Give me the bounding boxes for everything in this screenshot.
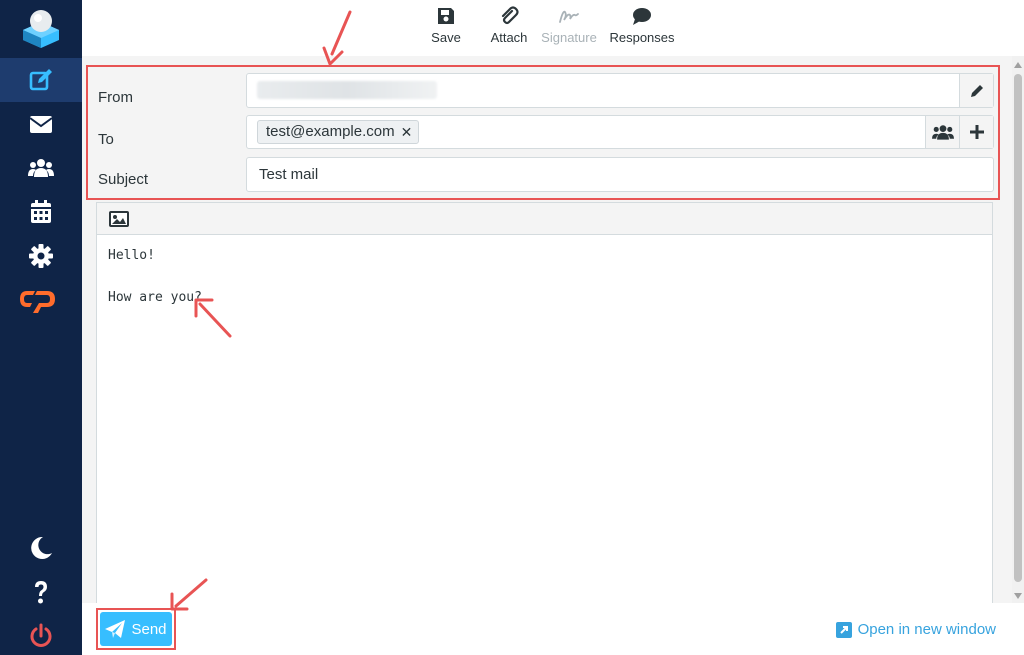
settings-button[interactable] (0, 234, 82, 278)
message-body[interactable]: Hello! How are you? (97, 235, 992, 318)
responses-button[interactable]: Responses (608, 6, 676, 52)
from-label: From (98, 89, 133, 106)
logout-icon (30, 623, 52, 647)
message-headers: From To test@example.com ✕ Subject Test … (86, 65, 1000, 200)
signature-icon (559, 10, 579, 23)
cpanel-button[interactable] (0, 278, 82, 322)
plus-icon (969, 125, 984, 139)
contacts-icon (931, 125, 954, 140)
logout-button[interactable] (0, 614, 82, 655)
editor-toolbar (97, 203, 992, 235)
from-address-redacted (257, 81, 437, 99)
responses-label: Responses (609, 30, 675, 45)
paper-plane-icon (105, 620, 126, 638)
help-button[interactable] (0, 570, 82, 614)
remove-recipient-icon[interactable]: ✕ (401, 121, 413, 143)
scroll-thumb[interactable] (1014, 74, 1022, 582)
message-editor[interactable]: Hello! How are you? (96, 202, 993, 604)
address-book-button[interactable] (925, 116, 959, 148)
to-field[interactable]: test@example.com ✕ (246, 115, 994, 149)
external-link-icon (835, 621, 852, 638)
open-in-new-window-link[interactable]: Open in new window (835, 621, 996, 638)
compose-button[interactable] (0, 58, 82, 102)
image-icon[interactable] (109, 211, 129, 227)
compose-icon (29, 69, 52, 91)
help-icon (35, 581, 47, 604)
edit-identity-button[interactable] (959, 74, 993, 107)
comment-icon (633, 8, 651, 25)
scroll-down-icon[interactable] (1014, 593, 1022, 599)
cpanel-icon (20, 291, 55, 313)
from-field[interactable] (246, 73, 994, 108)
calendar-icon (31, 200, 51, 223)
pencil-icon (970, 84, 983, 97)
mail-icon (29, 116, 53, 133)
save-button[interactable]: Save (426, 6, 466, 52)
recipient-chip: test@example.com ✕ (257, 120, 420, 144)
sidebar (0, 0, 82, 655)
open-in-new-window-label: Open in new window (857, 621, 996, 638)
attach-label: Attach (490, 30, 528, 45)
send-label: Send (131, 620, 167, 638)
subject-input[interactable]: Test mail (246, 157, 994, 192)
scroll-up-icon[interactable] (1014, 62, 1022, 68)
signature-label: Signature (541, 30, 597, 45)
roundcube-logo-icon[interactable] (22, 8, 60, 48)
send-button[interactable]: Send (100, 612, 172, 646)
compose-form: From To test@example.com ✕ Subject Test … (82, 56, 1012, 655)
contacts-icon (28, 159, 54, 177)
subject-value: Test mail (259, 166, 319, 183)
contacts-button[interactable] (0, 146, 82, 190)
compose-footer: Send Open in new window (82, 603, 1012, 655)
settings-icon (29, 244, 53, 268)
paperclip-icon (501, 6, 519, 25)
compose-toolbar: Save Attach Signature Responses (82, 0, 1024, 56)
recipient-address: test@example.com (266, 123, 395, 140)
attach-button[interactable]: Attach (485, 6, 533, 52)
save-icon (438, 8, 454, 24)
dark-mode-icon (31, 536, 52, 559)
add-header-button[interactable] (959, 116, 993, 148)
scrollbar[interactable] (1012, 56, 1024, 603)
to-label: To (98, 131, 114, 148)
mail-button[interactable] (0, 102, 82, 146)
dark-mode-button[interactable] (0, 526, 82, 570)
subject-label: Subject (98, 171, 149, 188)
send-highlight: Send (96, 608, 176, 650)
calendar-button[interactable] (0, 190, 82, 234)
save-label: Save (431, 30, 461, 45)
signature-button[interactable]: Signature (538, 6, 600, 52)
